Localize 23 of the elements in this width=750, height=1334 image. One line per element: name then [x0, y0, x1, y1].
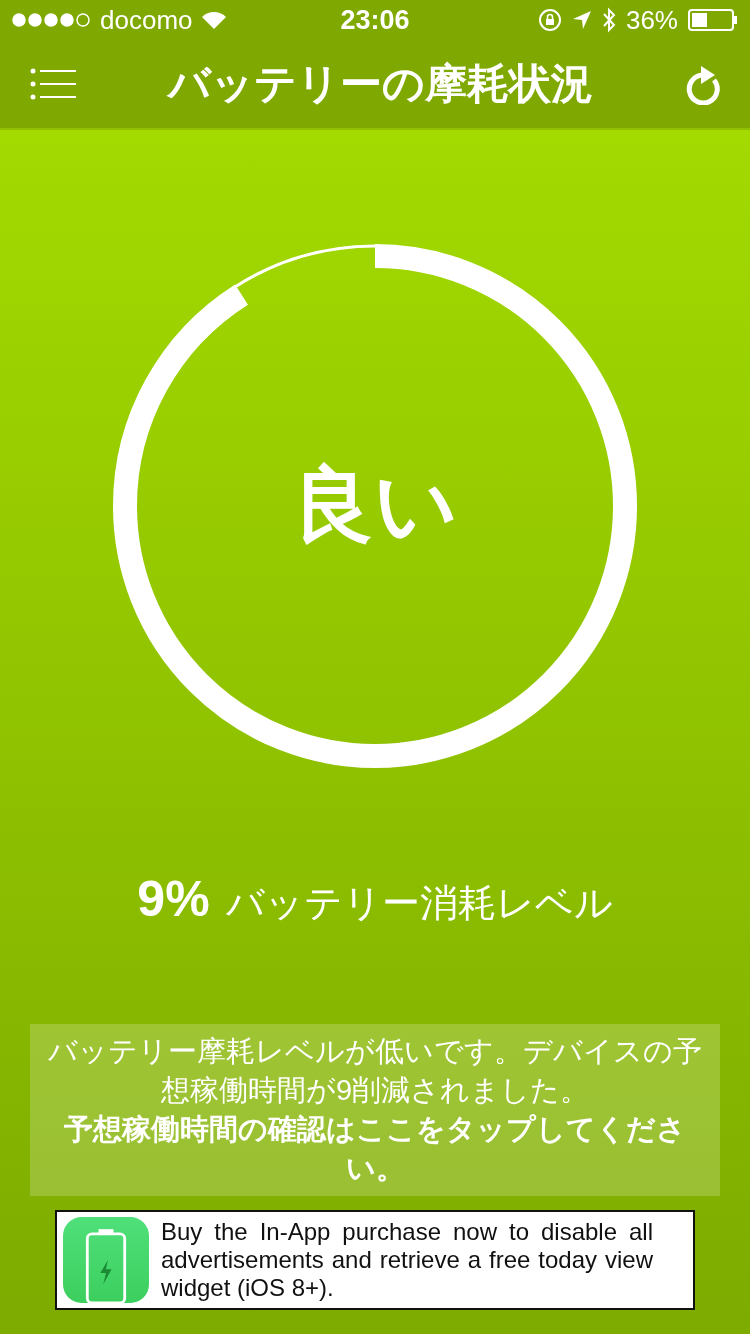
bluetooth-icon [601, 7, 616, 33]
refresh-icon [684, 63, 722, 105]
wear-percent: 9% [137, 870, 210, 928]
battery-percent: 36% [625, 4, 678, 36]
menu-button[interactable] [30, 68, 76, 100]
screen-title: バッテリーの摩耗状況 [167, 59, 593, 109]
battery-app-icon [63, 1217, 149, 1303]
message-panel[interactable]: バッテリー摩耗レベルが低いです。デバイスの予想稼働時間が9削減されました。 予想稼働時間の確認はここをタップしてください。 [30, 1024, 720, 1196]
battery-icon [688, 9, 738, 31]
tap-instruction[interactable]: 予想稼働時間の確認はここをタップしてください。 [42, 1110, 708, 1188]
rotation-lock-icon [537, 8, 562, 32]
clock-time: 23:06 [340, 4, 410, 36]
wear-label: バッテリー消耗レベル [225, 881, 613, 926]
refresh-button[interactable] [684, 63, 722, 105]
menu-icon [30, 68, 76, 100]
message-text: バッテリー摩耗レベルが低いです。デバイスの予想稼働時間が9削減されました。 [47, 1034, 703, 1108]
ad-text: Buy the In-App purchase now to disable all advertisements and retrieve a free today view widget (iOS 8+). [161, 1218, 653, 1302]
health-status: 良い [292, 458, 458, 552]
carrier-name: docomo [100, 4, 193, 36]
ad-banner[interactable]: Buy the In-App purchase now to disable all advertisements and retrieve a free today view widget (iOS 8+). [55, 1210, 695, 1310]
wifi-icon [200, 10, 227, 30]
signal-icon [12, 13, 92, 27]
location-icon [571, 10, 592, 30]
